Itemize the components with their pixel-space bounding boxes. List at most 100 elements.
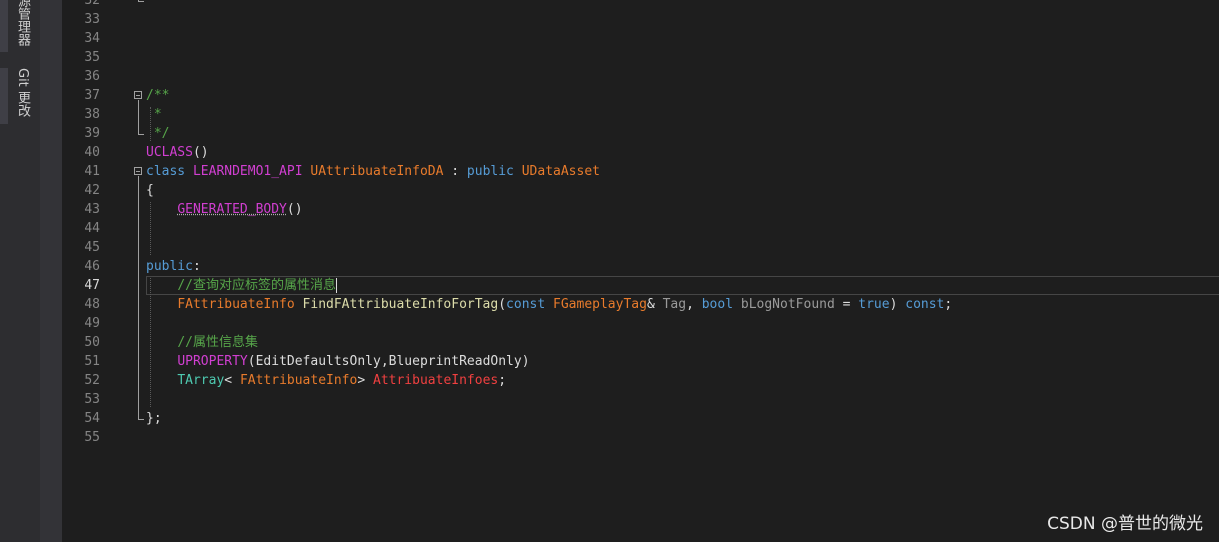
code-editor[interactable]: 32 33 34 35 36 37/** 38 * 39 */40 UCLASS() 41 clas… [62, 0, 1219, 542]
code-line[interactable]: 43 GENERATED_BODY() [62, 200, 1219, 219]
code-token: }; [146, 411, 162, 426]
line-number: 39 [84, 126, 100, 141]
line-number: 54 [84, 411, 100, 426]
fold-guide [138, 176, 139, 419]
line-number: 55 [84, 430, 100, 445]
code-line[interactable]: 45 [62, 238, 1219, 257]
code-token: : [443, 164, 467, 179]
code-token: UCLASS [146, 145, 193, 160]
line-number: 50 [84, 335, 100, 350]
code-token: const [506, 297, 546, 312]
code-token: * [146, 107, 162, 122]
side-panel: 源管理器 Git 更改 [0, 0, 40, 542]
code-token: FindFAttribuateInfoForTag [302, 297, 499, 312]
indent-guide [150, 278, 151, 407]
current-line-highlight [146, 276, 1219, 295]
line-number: 40 [84, 145, 100, 160]
code-line[interactable]: 38 * [62, 105, 1219, 124]
code-line[interactable]: 32 [62, 0, 1219, 10]
code-text: UCLASS() [146, 143, 209, 162]
code-text: }; [146, 409, 162, 428]
line-number: 34 [84, 31, 100, 46]
code-token: < [224, 373, 240, 388]
code-token: { [146, 183, 154, 198]
code-token: FAttribuateInfo [239, 373, 358, 388]
code-lines: 32 33 34 35 36 37/** 38 * 39 */40 UCLASS() 41 clas… [62, 0, 1219, 447]
code-token: /** [146, 88, 170, 103]
code-token: class [146, 164, 186, 179]
code-line[interactable]: 33 [62, 10, 1219, 29]
fold-guide [138, 100, 139, 134]
line-number: 45 [84, 240, 100, 255]
line-number: 36 [84, 69, 100, 84]
code-token: const [905, 297, 945, 312]
code-line[interactable]: 48 FAttribuateInfo FindFAttribuateInfoFo… [62, 295, 1219, 314]
indicator-margin [40, 0, 62, 542]
code-token: , [686, 297, 702, 312]
code-text: FAttribuateInfo FindFAttribuateInfoForTa… [146, 295, 952, 314]
code-line[interactable]: 40 UCLASS() [62, 143, 1219, 162]
code-line[interactable]: 46 public: [62, 257, 1219, 276]
tab-marker [0, 68, 8, 124]
code-line[interactable]: 42 { [62, 181, 1219, 200]
code-line[interactable]: 36 [62, 67, 1219, 86]
code-line[interactable]: 52 TArray< FAttribuateInfo> AttribuateIn… [62, 371, 1219, 390]
line-number: 44 [84, 221, 100, 236]
line-number: 52 [84, 373, 100, 388]
code-text: //属性信息集 [146, 333, 258, 352]
code-token: UPROPERTY [177, 354, 248, 369]
code-text: { [146, 181, 154, 200]
code-text: public: [146, 257, 201, 276]
fold-guide-end [138, 1, 144, 2]
code-token: ; [498, 373, 507, 388]
tab-source-manager[interactable]: 源管理器 [13, 0, 32, 46]
code-token: //属性信息集 [177, 335, 258, 350]
fold-guide-end [138, 134, 144, 135]
line-number: 51 [84, 354, 100, 369]
code-token: AttribuateInfoes [373, 373, 499, 388]
code-line[interactable]: 54}; [62, 409, 1219, 428]
code-line[interactable]: 44 [62, 219, 1219, 238]
code-line[interactable]: 41 class LEARNDEMO1_API UAttribuateInfoDA… [62, 162, 1219, 181]
watermark: CSDN @普世的微光 [1047, 514, 1203, 534]
line-number: 49 [84, 316, 100, 331]
code-token: public [466, 164, 514, 179]
code-token: = [834, 297, 859, 312]
code-line[interactable]: 39 */ [62, 124, 1219, 143]
line-number: 47 [84, 278, 100, 293]
code-token: UDataAsset [521, 164, 600, 179]
code-token: FGameplayTag [553, 297, 647, 312]
code-token: Tag [662, 297, 687, 312]
code-line[interactable]: 49 [62, 314, 1219, 333]
code-line[interactable]: 55 [62, 428, 1219, 447]
code-line[interactable]: 51 UPROPERTY(EditDefaultsOnly,BlueprintR… [62, 352, 1219, 371]
code-line[interactable]: 37 /** [62, 86, 1219, 105]
code-token: : [192, 259, 201, 274]
code-token: () [286, 202, 303, 217]
tab-git-changes[interactable]: Git 更改 [13, 68, 32, 117]
code-token: UAttribuateInfoDA [310, 164, 444, 179]
fold-toggle-icon[interactable] [134, 91, 142, 99]
line-number: 48 [84, 297, 100, 312]
line-number: 32 [84, 0, 100, 8]
line-number: 46 [84, 259, 100, 274]
fold-guide [138, 0, 139, 1]
code-token: GENERATED_BODY [177, 202, 287, 217]
code-line[interactable]: 50 //属性信息集 [62, 333, 1219, 352]
code-token: > [357, 373, 373, 388]
code-token: bool [701, 297, 734, 312]
code-line[interactable]: 53 [62, 390, 1219, 409]
code-text: TArray< FAttribuateInfo> AttribuateInfoe… [146, 371, 506, 390]
code-token: ; [944, 297, 953, 312]
line-number: 43 [84, 202, 100, 217]
code-line[interactable]: 35 [62, 48, 1219, 67]
code-text: class LEARNDEMO1_API UAttribuateInfoDA :… [146, 162, 600, 181]
fold-toggle-icon[interactable] [134, 167, 142, 175]
line-number: 37 [84, 88, 100, 103]
code-line[interactable]: 34 [62, 29, 1219, 48]
code-token: & [646, 297, 663, 312]
code-token: true [858, 297, 890, 312]
code-text: * [146, 105, 162, 124]
code-token: LEARNDEMO1_API [192, 164, 303, 179]
